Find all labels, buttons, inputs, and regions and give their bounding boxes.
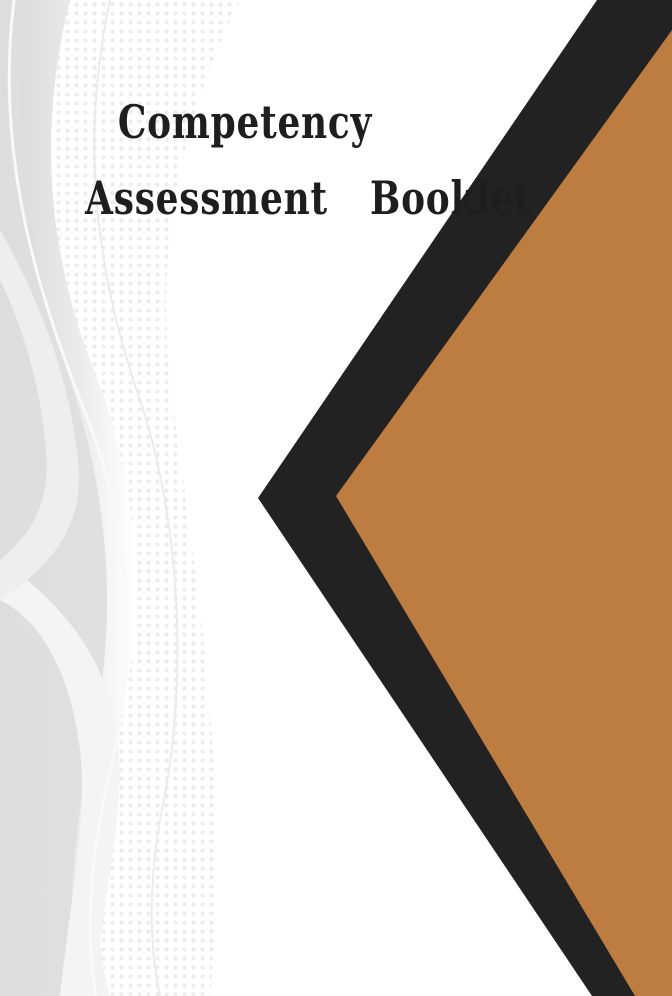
cover-title: Competency Assessment Booklet bbox=[85, 84, 532, 236]
title-line-2: Assessment Booklet bbox=[85, 171, 532, 225]
booklet-cover: Competency Assessment Booklet bbox=[0, 0, 672, 996]
title-line-1: Competency bbox=[117, 95, 373, 149]
